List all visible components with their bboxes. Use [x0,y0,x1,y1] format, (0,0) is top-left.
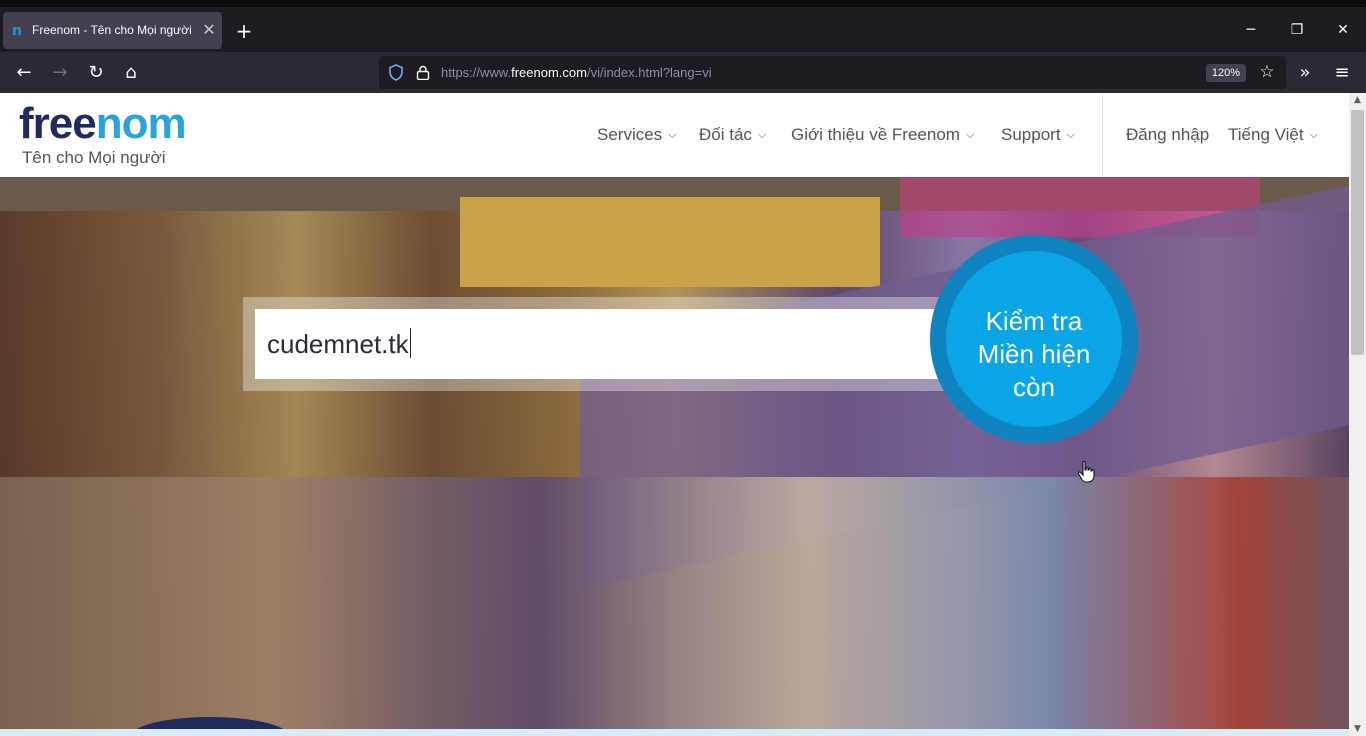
minimize-window-button[interactable]: ─ [1241,20,1261,40]
restore-window-button[interactable]: ❐ [1287,20,1307,40]
domain-search-input[interactable]: cudemnet.tk [255,309,945,379]
lock-icon[interactable] [416,65,430,80]
web-page: freenom Tên cho Mọi người Services ⌵ Đối … [0,93,1349,736]
scroll-up-arrow-icon[interactable]: ▲ [1349,93,1366,107]
menu-about-freenom[interactable]: Giới thiệu về Freenom ⌵ [791,125,974,145]
chevron-down-icon: ⌵ [965,129,975,141]
menu-support[interactable]: Support ⌵ [1001,125,1075,145]
chevron-down-icon: ⌵ [1066,129,1075,141]
check-availability-button-inner[interactable]: Kiểm tra Miền hiện còn [946,251,1122,427]
chevron-down-icon: ⌵ [757,129,767,141]
tab-close-icon[interactable]: ✕ [201,22,217,38]
browser-tab-bar: n Freenom - Tên cho Mọi người ✕ + ─ ❐ ✕ [0,0,1366,52]
check-availability-label: Kiểm tra Miền hiện còn [977,306,1091,402]
logo-tagline: Tên cho Mọi người [22,148,166,167]
zoom-level-badge[interactable]: 120% [1206,64,1246,82]
tab-title: Freenom - Tên cho Mọi người [32,23,192,37]
forward-button[interactable]: → [48,61,72,85]
language-selector[interactable]: Tiếng Việt ⌵ [1228,125,1318,145]
hero-photo-shop-sign [460,197,880,287]
tracking-protection-shield-icon[interactable] [388,64,404,81]
window-top-edge [0,0,1366,7]
freenom-logo[interactable]: freenom [19,102,187,146]
chevron-down-icon: ⌵ [668,129,677,141]
close-window-button[interactable]: ✕ [1333,20,1353,40]
reload-button[interactable]: ↻ [84,61,108,85]
scrollbar-thumb[interactable] [1351,110,1364,355]
hero-banner: cudemnet.tk Kiểm tra Miền hiện còn [0,177,1349,736]
page-bottom-strip [0,729,1349,736]
scroll-down-arrow-icon[interactable]: ▼ [1349,722,1366,736]
hero-photo-crowd [0,477,1349,736]
page-scrollbar[interactable]: ▲ ▼ [1349,93,1366,736]
menu-partners[interactable]: Đối tác ⌵ [699,125,766,145]
back-button[interactable]: ← [12,61,36,85]
app-menu-hamburger-icon[interactable]: ≡ [1330,61,1354,85]
check-availability-button[interactable]: Kiểm tra Miền hiện còn [930,235,1138,443]
browser-tab-active[interactable]: n Freenom - Tên cho Mọi người ✕ [3,12,222,49]
login-link[interactable]: Đăng nhập [1126,125,1209,145]
new-tab-button[interactable]: + [233,20,255,42]
address-bar[interactable]: https://www.freenom.com/vi/index.html?la… [379,56,1286,89]
hand-pointer-cursor-icon [1077,460,1095,483]
header-divider [1102,93,1103,177]
site-header: freenom Tên cho Mọi người Services ⌵ Đối … [0,93,1349,177]
overflow-chevron-icon[interactable]: » [1293,61,1317,85]
menu-services[interactable]: Services ⌵ [597,125,677,145]
text-caret [409,328,411,358]
chevron-down-icon: ⌵ [1309,129,1318,141]
url-text[interactable]: https://www.freenom.com/vi/index.html?la… [441,65,712,81]
browser-nav-bar: ← → ↻ ⌂ https://www.freenom.com/vi/index… [0,52,1366,93]
bookmark-star-icon[interactable]: ☆ [1257,62,1277,82]
freenom-favicon-icon: n [12,23,22,39]
home-button[interactable]: ⌂ [119,61,143,85]
